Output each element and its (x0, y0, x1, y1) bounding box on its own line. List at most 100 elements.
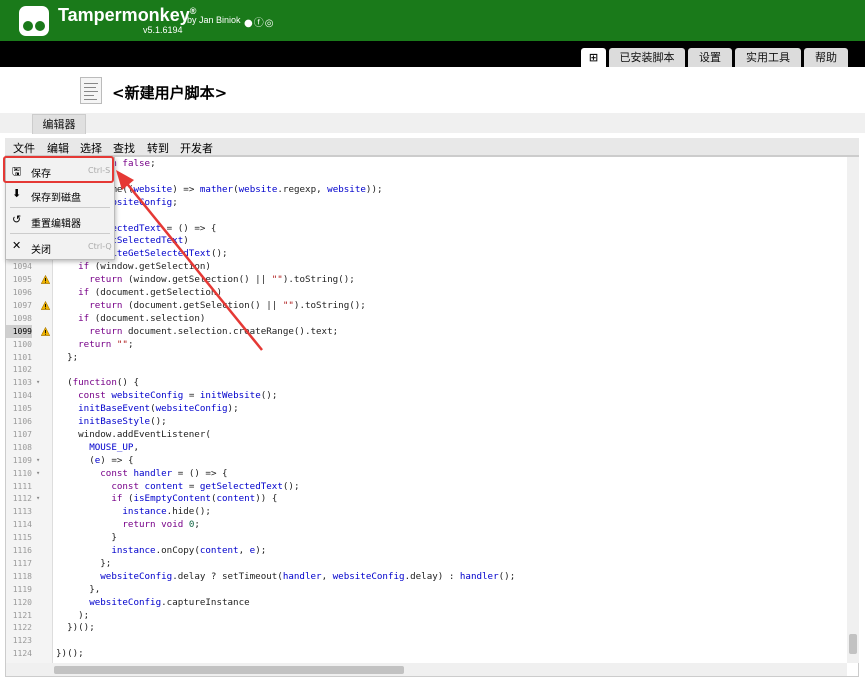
code-line[interactable]: 1099 return document.selection.createRan… (6, 324, 846, 338)
code-line[interactable]: s.some((website) => mather(website.regex… (6, 183, 846, 196)
warning-icon[interactable] (41, 275, 50, 284)
menu-separator (10, 233, 110, 234)
tab-editor[interactable]: 编辑器 (32, 114, 86, 134)
code-line[interactable]: 1123 (6, 634, 846, 647)
line-number: 1111 (12, 481, 32, 491)
fold-icon[interactable]: ▾ (36, 454, 40, 467)
menu-item-label: 关闭 (31, 245, 51, 256)
line-number: 1120 (12, 597, 32, 607)
code-line[interactable]: urn siteGetSelectedText(); (6, 247, 846, 260)
code-line[interactable]: 1116 instance.onCopy(content, e); (6, 544, 846, 557)
editor-menu-bar: 文件 编辑 选择 查找 转到 开发者 (5, 138, 859, 156)
code-text: initBaseStyle(); (78, 416, 167, 427)
code-text: })(); (56, 622, 95, 634)
code-line[interactable]: 1115 } (6, 531, 846, 544)
tab-utilities[interactable]: 实用工具 (735, 48, 801, 67)
line-number: 1104 (12, 391, 32, 401)
code-line[interactable]: 1124})(); (6, 647, 846, 660)
line-number: 1099 (6, 324, 32, 338)
code-text: return document.selection.createRange().… (89, 325, 339, 337)
code-line[interactable]: iteGetSelectedText) (6, 234, 846, 247)
code-line[interactable]: 1096 if (document.getSelection) (6, 286, 846, 299)
fold-icon[interactable]: ▾ (36, 467, 40, 480)
code-text: initBaseEvent(websiteConfig); (78, 403, 239, 415)
warning-icon[interactable] (41, 300, 50, 310)
code-line[interactable]: 1118 websiteConfig.delay ? setTimeout(ha… (6, 570, 846, 583)
line-number: 1102 (12, 365, 32, 375)
code-line[interactable]: 1110 ▾ const handler = () => { (6, 467, 846, 480)
tab-installed[interactable]: 已安装脚本 (609, 48, 685, 67)
code-line[interactable]: 1119 }, (6, 583, 846, 596)
code-line[interactable] (6, 209, 846, 222)
code-text: if (isEmptyContent(content)) { (111, 493, 278, 505)
code-line[interactable]: 1102 (6, 363, 846, 376)
code-line[interactable]: 1103 ▾ (function() { (6, 376, 846, 389)
code-line[interactable]: n websiteConfig; (6, 196, 846, 209)
code-line[interactable]: 1113 instance.hide(); (6, 505, 846, 518)
line-number: 1113 (12, 507, 32, 517)
editor-tab-row (0, 113, 865, 133)
code-line[interactable]: 1108 MOUSE_UP, (6, 441, 846, 454)
code-line[interactable]: 1117 }; (6, 557, 846, 570)
code-line[interactable]: 1105 initBaseEvent(websiteConfig); (6, 402, 846, 415)
code-line[interactable]: 1109 ▾ (e) => { (6, 454, 846, 467)
vertical-scroll-thumb[interactable] (849, 634, 857, 654)
code-line[interactable]: 1098 if (document.selection) (6, 312, 846, 325)
menu-goto[interactable]: 转到 (147, 140, 169, 156)
line-number: 1121 (12, 610, 32, 620)
code-text: const handler = () => { (100, 467, 228, 479)
horizontal-scroll-thumb[interactable] (54, 666, 404, 674)
code-line[interactable]: 1122 })(); (6, 621, 846, 634)
line-number: 1109 (12, 455, 32, 465)
code-line[interactable]: 1111 const content = getSelectedText(); (6, 480, 846, 493)
menu-edit[interactable]: 编辑 (47, 140, 69, 156)
code-line[interactable]: 1112 ▾ if (isEmptyContent(content)) { (6, 492, 846, 505)
tab-settings[interactable]: 设置 (688, 48, 732, 67)
menu-item-save-to-disk[interactable]: ⬇ 保存到磁盘 (6, 184, 114, 206)
tab-help[interactable]: 帮助 (804, 48, 848, 67)
code-line[interactable]: 1095 return (window.getSelection() || ""… (6, 273, 846, 286)
menu-select[interactable]: 选择 (80, 140, 102, 156)
menu-find[interactable]: 查找 (113, 140, 135, 156)
menu-item-label: 重置编辑器 (31, 219, 81, 230)
code-line[interactable] (6, 170, 846, 183)
menu-file[interactable]: 文件 (13, 140, 35, 156)
github-icon[interactable]: ● (244, 18, 254, 29)
code-text: if (document.getSelection) (78, 287, 222, 298)
line-number: 1123 (12, 636, 32, 646)
code-text: websiteConfig.delay ? setTimeout(handler… (100, 570, 516, 582)
code-text: if (document.selection) (78, 312, 206, 324)
vertical-scrollbar[interactable] (847, 157, 859, 663)
code-text: if (window.getSelection) (78, 261, 211, 273)
code-line[interactable]: 1120 websiteConfig.captureInstance (6, 596, 846, 609)
tampermonkey-logo-icon (19, 6, 49, 36)
code-line[interactable]: urn false; (6, 157, 846, 170)
facebook-icon[interactable]: ⓕ (254, 18, 265, 29)
code-line[interactable]: 1114 return void 0; (6, 518, 846, 531)
line-number: 1097 (12, 300, 32, 310)
fold-icon[interactable]: ▾ (36, 376, 40, 389)
code-line[interactable]: 1094 if (window.getSelection) (6, 260, 846, 273)
code-line[interactable]: 1107 window.addEventListener( (6, 428, 846, 441)
code-text: websiteConfig.captureInstance (89, 596, 250, 608)
menu-item-reset-editor[interactable]: ↺ 重置编辑器 (6, 210, 114, 232)
code-editor[interactable]: urn false; s.some((website) => mather(we… (5, 156, 859, 677)
save-highlight-box (3, 156, 114, 183)
tab-dashboard-icon[interactable]: ⊞ (581, 48, 606, 67)
code-line[interactable]: 1104 const websiteConfig = initWebsite()… (6, 389, 846, 402)
menu-developer[interactable]: 开发者 (180, 140, 213, 156)
warning-icon[interactable] (41, 326, 50, 336)
code-text: const content = getSelectedText(); (111, 480, 300, 492)
code-line[interactable]: 1106 initBaseStyle(); (6, 415, 846, 428)
code-line[interactable]: 1100 return ""; (6, 338, 846, 351)
menu-item-close[interactable]: ✕ 关闭 Ctrl-Q (6, 236, 114, 258)
code-line[interactable]: 1121 ); (6, 609, 846, 622)
download-icon: ⬇ (12, 187, 22, 200)
code-text: MOUSE_UP, (89, 441, 140, 453)
code-line[interactable]: 1097 return (document.getSelection() || … (6, 299, 846, 312)
fold-icon[interactable]: ▾ (36, 492, 40, 505)
code-line[interactable]: 1101 }; (6, 351, 846, 364)
line-number: 1096 (12, 288, 32, 297)
code-line[interactable]: etSelectedText = () => { (6, 222, 846, 235)
instagram-icon[interactable]: ◎ (265, 18, 275, 29)
